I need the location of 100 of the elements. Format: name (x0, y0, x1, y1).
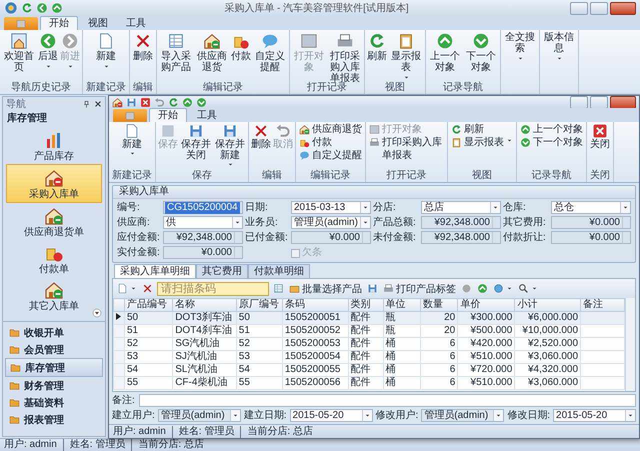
input-field[interactable]: ¥0.000 (551, 231, 631, 244)
column-header[interactable]: 产品编号 (124, 298, 173, 312)
ribbon-button[interactable]: 下一个对象 (463, 30, 499, 73)
input-field[interactable]: ¥0.000 (291, 231, 371, 244)
caret-icon (506, 285, 513, 292)
ribbon-tab[interactable]: 视图 (80, 17, 116, 30)
ribbon-button[interactable]: 新建 (95, 30, 117, 70)
ribbon-button[interactable]: 刷新 (449, 123, 486, 136)
ribbon-button[interactable]: 上一个对象 (427, 30, 463, 73)
input-field[interactable]: ¥0.000 (163, 246, 243, 259)
remarks-field[interactable] (138, 394, 636, 407)
navigation-group[interactable]: 收银开单 (3, 324, 105, 341)
navigation-group[interactable]: 会员管理 (3, 341, 105, 358)
input-field[interactable]: 供 (163, 216, 243, 229)
minimize-button[interactable] (570, 96, 588, 108)
ribbon-tab[interactable]: 工具 (118, 17, 154, 30)
input-field[interactable]: 管理员(admin) (291, 216, 371, 229)
table-cell: 54 (124, 364, 173, 376)
input-field[interactable]: 总仓 (551, 201, 631, 214)
ribbon-button[interactable]: 导入采购产品 (158, 30, 194, 73)
column-header[interactable]: 类别 (348, 298, 384, 312)
minimize-button[interactable] (570, 2, 588, 14)
navigation-item[interactable]: 其它入库单 (6, 277, 102, 314)
detail-tab[interactable]: 其它费用 (196, 264, 248, 278)
search-button[interactable] (517, 283, 539, 294)
toolbar-button[interactable]: 批量选择产品 (288, 282, 363, 296)
delete-icon (142, 283, 153, 294)
column-header[interactable]: 名称 (172, 298, 236, 312)
ribbon-button[interactable]: 自定义提醒 (297, 149, 364, 162)
ribbon-button[interactable]: 供应商退货 (194, 30, 230, 73)
input-field[interactable]: 2015-05-20 (553, 409, 636, 422)
disc-button[interactable] (460, 283, 473, 294)
printer-icon (369, 137, 380, 148)
input-field[interactable]: 2015-03-13 (291, 201, 371, 214)
ribbon-button[interactable]: 欢迎首页 (1, 30, 37, 73)
ribbon-button[interactable]: 付款 (297, 136, 334, 149)
navigation-item[interactable]: 供应商退货单 (6, 203, 102, 240)
column-header[interactable]: 原厂编号 (236, 298, 282, 312)
maximize-button[interactable] (590, 2, 608, 14)
ribbon-button[interactable]: 删除 (132, 30, 154, 62)
ribbon-button[interactable]: 关闭 (589, 122, 611, 150)
scroll-down-icon (92, 308, 102, 318)
input-field[interactable]: 总店 (421, 201, 501, 214)
navigation-item[interactable]: 付款单 (6, 240, 102, 277)
ribbon-button[interactable]: 上一个对象 (518, 123, 585, 136)
undo-icon (154, 96, 165, 108)
input-field[interactable]: ¥92,348.000 (421, 231, 501, 244)
ribbon-button[interactable]: 版本信息 (541, 30, 577, 62)
ribbon-tab[interactable]: 工具 (189, 109, 225, 122)
up-arrow-button[interactable] (476, 283, 489, 294)
new-button[interactable] (116, 283, 138, 294)
column-header[interactable]: 数量 (420, 298, 458, 312)
column-header[interactable]: 条码 (282, 298, 348, 312)
navigation-item[interactable]: 采购入库单 (6, 164, 102, 203)
input-field[interactable]: ¥92,348.000 (163, 231, 243, 244)
ribbon-button[interactable]: 新建 (121, 122, 143, 157)
scrollbar[interactable] (625, 298, 635, 391)
ribbon-button[interactable]: 删除 (250, 122, 272, 150)
ribbon-tab[interactable]: 开始 (149, 108, 187, 122)
ribbon-button[interactable]: 保存并关闭 (179, 122, 213, 161)
ribbon-button[interactable]: 供应商退货 (297, 123, 364, 136)
ribbon-button[interactable]: 显示报表 (388, 30, 424, 81)
grid-button[interactable] (272, 283, 285, 294)
table-cell: 1505200054 (282, 350, 348, 364)
barcode-field[interactable]: 请扫描条码 (157, 282, 269, 296)
ribbon-button[interactable]: 打印采购入库单报表 (367, 136, 446, 162)
column-header[interactable]: 单价 (458, 298, 515, 312)
ribbon-button[interactable]: 付款 (230, 30, 252, 62)
navigation-group[interactable]: 财务管理 (3, 377, 105, 394)
column-header[interactable]: 备注 (580, 298, 624, 312)
maximize-button[interactable] (590, 96, 608, 108)
ribbon-button[interactable]: 全文搜索 (502, 30, 538, 62)
navigation-item[interactable]: 产品库存 (6, 127, 102, 164)
ribbon-button[interactable]: 显示报表 (449, 136, 515, 149)
navigation-group[interactable]: 库存管理 (5, 358, 103, 377)
ribbon-button[interactable]: 刷新 (366, 30, 388, 62)
input-field[interactable]: ¥92,348.000 (421, 216, 501, 229)
detail-tab[interactable]: 采购入库单明细 (114, 264, 196, 278)
close-button[interactable] (610, 96, 636, 108)
ribbon-button[interactable]: 自定义提醒 (252, 30, 288, 73)
globe-button[interactable] (492, 283, 514, 294)
column-header[interactable]: 单位 (383, 298, 420, 312)
ribbon-group-label: 视图 (471, 170, 493, 182)
ribbon-tab[interactable]: 开始 (40, 16, 78, 30)
input-field[interactable]: CG1505200004 (163, 201, 243, 214)
close-button[interactable] (610, 2, 636, 14)
caret-icon (495, 412, 502, 419)
ribbon-button[interactable]: 保存并新建 (213, 122, 247, 168)
toolbar-button[interactable]: 打印产品标签 (382, 282, 457, 296)
navigation-group[interactable]: 报表管理 (3, 411, 105, 428)
ribbon-button[interactable]: 后退 (37, 30, 59, 70)
delete-button[interactable] (141, 283, 154, 294)
field-label: 建立用户: (112, 409, 155, 422)
detail-tab[interactable]: 付款单明细 (248, 264, 310, 278)
navigation-group[interactable]: 基础资料 (3, 394, 105, 411)
column-header[interactable]: 小计 (514, 298, 581, 312)
input-field[interactable]: ¥0.000 (551, 216, 631, 229)
input-field[interactable]: 2015-05-20 (290, 409, 372, 422)
current-row-icon (116, 313, 121, 320)
ribbon-button[interactable]: 下一个对象 (518, 136, 585, 149)
